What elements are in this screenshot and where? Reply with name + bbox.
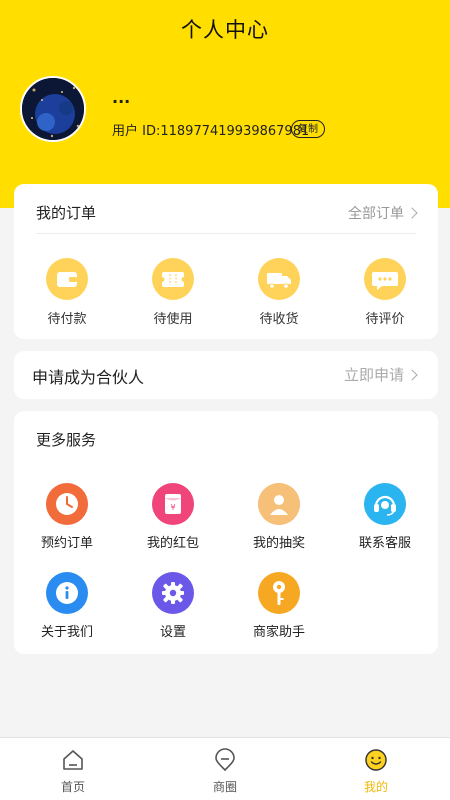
apply-now-link[interactable]: 立即申请 xyxy=(343,364,418,385)
headset-icon xyxy=(364,483,406,525)
copy-id-button[interactable]: 复制 xyxy=(291,120,325,138)
all-orders-link[interactable]: 全部订单 xyxy=(348,203,418,223)
service-customer-support-label: 联系客服 xyxy=(358,536,411,551)
tab-business-circle[interactable]: 商圈 xyxy=(185,748,265,795)
tab-mine[interactable]: 我的 xyxy=(336,748,416,795)
clock-icon xyxy=(46,483,88,525)
tab-home[interactable]: 首页 xyxy=(33,748,113,795)
page-title: 个人中心 xyxy=(181,18,269,42)
chevron-right-icon xyxy=(406,369,418,381)
order-pending-use-label: 待使用 xyxy=(153,312,193,327)
truck-icon xyxy=(258,258,300,300)
ticket-icon xyxy=(152,258,194,300)
service-customer-support[interactable]: 联系客服 xyxy=(340,483,430,551)
smiley-icon xyxy=(364,748,388,772)
all-orders-label: 全部订单 xyxy=(348,206,404,222)
avatar[interactable] xyxy=(20,76,86,142)
partner-card[interactable]: 申请成为合伙人 立即申请 xyxy=(14,351,438,399)
bottom-tab-bar: 首页 商圈 我的 xyxy=(0,737,450,800)
order-pending-review-label: 待评价 xyxy=(365,312,405,327)
orders-card: 我的订单 全部订单 待付款 待使用 待收货 待评价 xyxy=(14,184,438,339)
service-merchant-assistant[interactable]: 商家助手 xyxy=(234,572,324,640)
order-pending-payment[interactable]: 待付款 xyxy=(27,258,107,327)
wallet-icon xyxy=(46,258,88,300)
order-pending-use[interactable]: 待使用 xyxy=(133,258,213,327)
order-pending-receipt-label: 待收货 xyxy=(259,312,299,327)
tab-mine-label: 我的 xyxy=(363,780,388,794)
service-settings[interactable]: 设置 xyxy=(128,572,218,640)
lottery-icon xyxy=(258,483,300,525)
red-packet-icon: ¥ xyxy=(152,483,194,525)
settings-icon xyxy=(152,572,194,614)
divider xyxy=(36,233,416,234)
comment-icon xyxy=(364,258,406,300)
info-icon xyxy=(46,572,88,614)
services-card: 更多服务 预约订单 ¥ 我的红包 我的抽奖 联系客服 关于我们 设置 商家助手 xyxy=(14,411,438,654)
user-nickname: ... xyxy=(112,88,131,107)
user-id: 用户 ID:118977419939867981 xyxy=(112,124,310,139)
order-pending-review[interactable]: 待评价 xyxy=(345,258,425,327)
chevron-right-icon xyxy=(406,207,418,219)
service-lottery[interactable]: 我的抽奖 xyxy=(234,483,324,551)
partner-title: 申请成为合伙人 xyxy=(32,368,145,387)
apply-now-label: 立即申请 xyxy=(343,366,404,384)
service-appointment-orders-label: 预约订单 xyxy=(40,536,93,551)
orders-title: 我的订单 xyxy=(36,204,97,222)
service-merchant-assistant-label: 商家助手 xyxy=(252,625,305,640)
svg-text:¥: ¥ xyxy=(170,503,175,512)
service-red-packet-label: 我的红包 xyxy=(146,536,199,551)
service-about-us[interactable]: 关于我们 xyxy=(22,572,112,640)
services-title: 更多服务 xyxy=(36,431,97,449)
tab-home-label: 首页 xyxy=(60,780,85,794)
location-icon xyxy=(213,748,237,772)
service-settings-label: 设置 xyxy=(159,625,186,640)
tab-business-circle-label: 商圈 xyxy=(212,780,237,794)
service-appointment-orders[interactable]: 预约订单 xyxy=(22,483,112,551)
home-icon xyxy=(61,748,85,772)
service-lottery-label: 我的抽奖 xyxy=(252,536,305,551)
key-icon xyxy=(258,572,300,614)
order-pending-receipt[interactable]: 待收货 xyxy=(239,258,319,327)
order-pending-payment-label: 待付款 xyxy=(47,312,87,327)
service-red-packet[interactable]: ¥ 我的红包 xyxy=(128,483,218,551)
service-about-us-label: 关于我们 xyxy=(40,625,93,640)
